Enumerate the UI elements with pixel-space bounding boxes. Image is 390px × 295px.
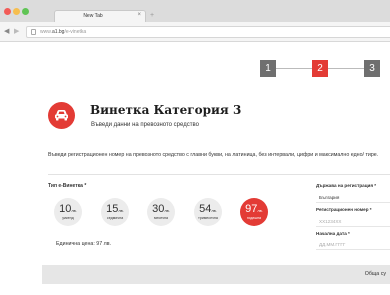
country-label: Държава на регистрация * xyxy=(316,183,377,188)
price-amount: 97 xyxy=(245,203,258,215)
car-icon xyxy=(48,102,75,129)
vignette-type-label: Тип е-Винетка * xyxy=(48,183,87,189)
browser-tab-bar: New Tab × + xyxy=(0,0,390,22)
instructions-text: Въведи регистрационен номер на превознот… xyxy=(48,152,379,158)
total-label: Обща су xyxy=(364,271,386,277)
vignette-option-annual[interactable]: 97лв. годишна xyxy=(240,198,268,226)
step-3[interactable]: 3 xyxy=(364,60,380,77)
url-text: www.a1.bg/e-vinetka xyxy=(40,29,87,35)
total-bar: Обща су xyxy=(42,265,390,284)
vignette-option-monthly[interactable]: 30лв. месечна xyxy=(147,198,175,226)
step-connector xyxy=(328,68,364,69)
step-2-active[interactable]: 2 xyxy=(312,60,328,77)
price-period: седмична xyxy=(106,216,124,220)
address-bar: ◀ ▶ www.a1.bg/e-vinetka xyxy=(0,22,390,42)
price-period: годишна xyxy=(246,216,262,220)
page-title: Винетка Категория 3 xyxy=(90,103,242,117)
price-period: уикенд xyxy=(62,216,74,220)
page-icon xyxy=(31,29,36,35)
new-tab-button[interactable]: + xyxy=(150,12,158,20)
country-select[interactable]: България xyxy=(316,193,390,203)
vignette-option-weekend[interactable]: 10лв. уикенд xyxy=(54,198,82,226)
start-date-label: Начална дата * xyxy=(316,231,350,236)
price-amount: 15 xyxy=(106,203,119,215)
vignette-option-weekly[interactable]: 15лв. седмична xyxy=(101,198,129,226)
price-currency: лв. xyxy=(211,208,217,213)
maximize-window-button[interactable] xyxy=(22,8,29,15)
price-period: тримесечна xyxy=(198,216,218,220)
url-input[interactable]: www.a1.bg/e-vinetka xyxy=(26,26,390,38)
reg-number-input[interactable]: XX1234XX xyxy=(316,217,390,227)
start-date-input[interactable]: ДД.ММ.ГГГГ xyxy=(316,240,390,250)
unit-price: Единична цена: 97 лв. xyxy=(56,241,112,247)
divider xyxy=(48,174,390,175)
vignette-option-quarterly[interactable]: 54лв. тримесечна xyxy=(194,198,222,226)
price-amount: 54 xyxy=(199,203,212,215)
price-currency: лв. xyxy=(257,208,263,213)
price-amount: 10 xyxy=(59,203,72,215)
close-window-button[interactable] xyxy=(4,8,11,15)
minimize-window-button[interactable] xyxy=(13,8,20,15)
tab-close-icon[interactable]: × xyxy=(137,12,141,18)
reg-number-label: Регистрационен номер * xyxy=(316,207,372,212)
step-1[interactable]: 1 xyxy=(260,60,276,77)
tab-title: New Tab xyxy=(83,13,103,19)
step-connector xyxy=(276,68,312,69)
price-currency: лв. xyxy=(118,208,124,213)
price-currency: лв. xyxy=(164,208,170,213)
price-currency: лв. xyxy=(71,208,77,213)
browser-tab[interactable]: New Tab × xyxy=(54,10,146,22)
price-amount: 30 xyxy=(152,203,165,215)
price-period: месечна xyxy=(153,216,168,220)
forward-arrow-icon[interactable]: ▶ xyxy=(14,28,19,36)
page-subtitle: Въведи данни на превозното средство xyxy=(91,122,199,128)
back-arrow-icon[interactable]: ◀ xyxy=(4,28,9,36)
